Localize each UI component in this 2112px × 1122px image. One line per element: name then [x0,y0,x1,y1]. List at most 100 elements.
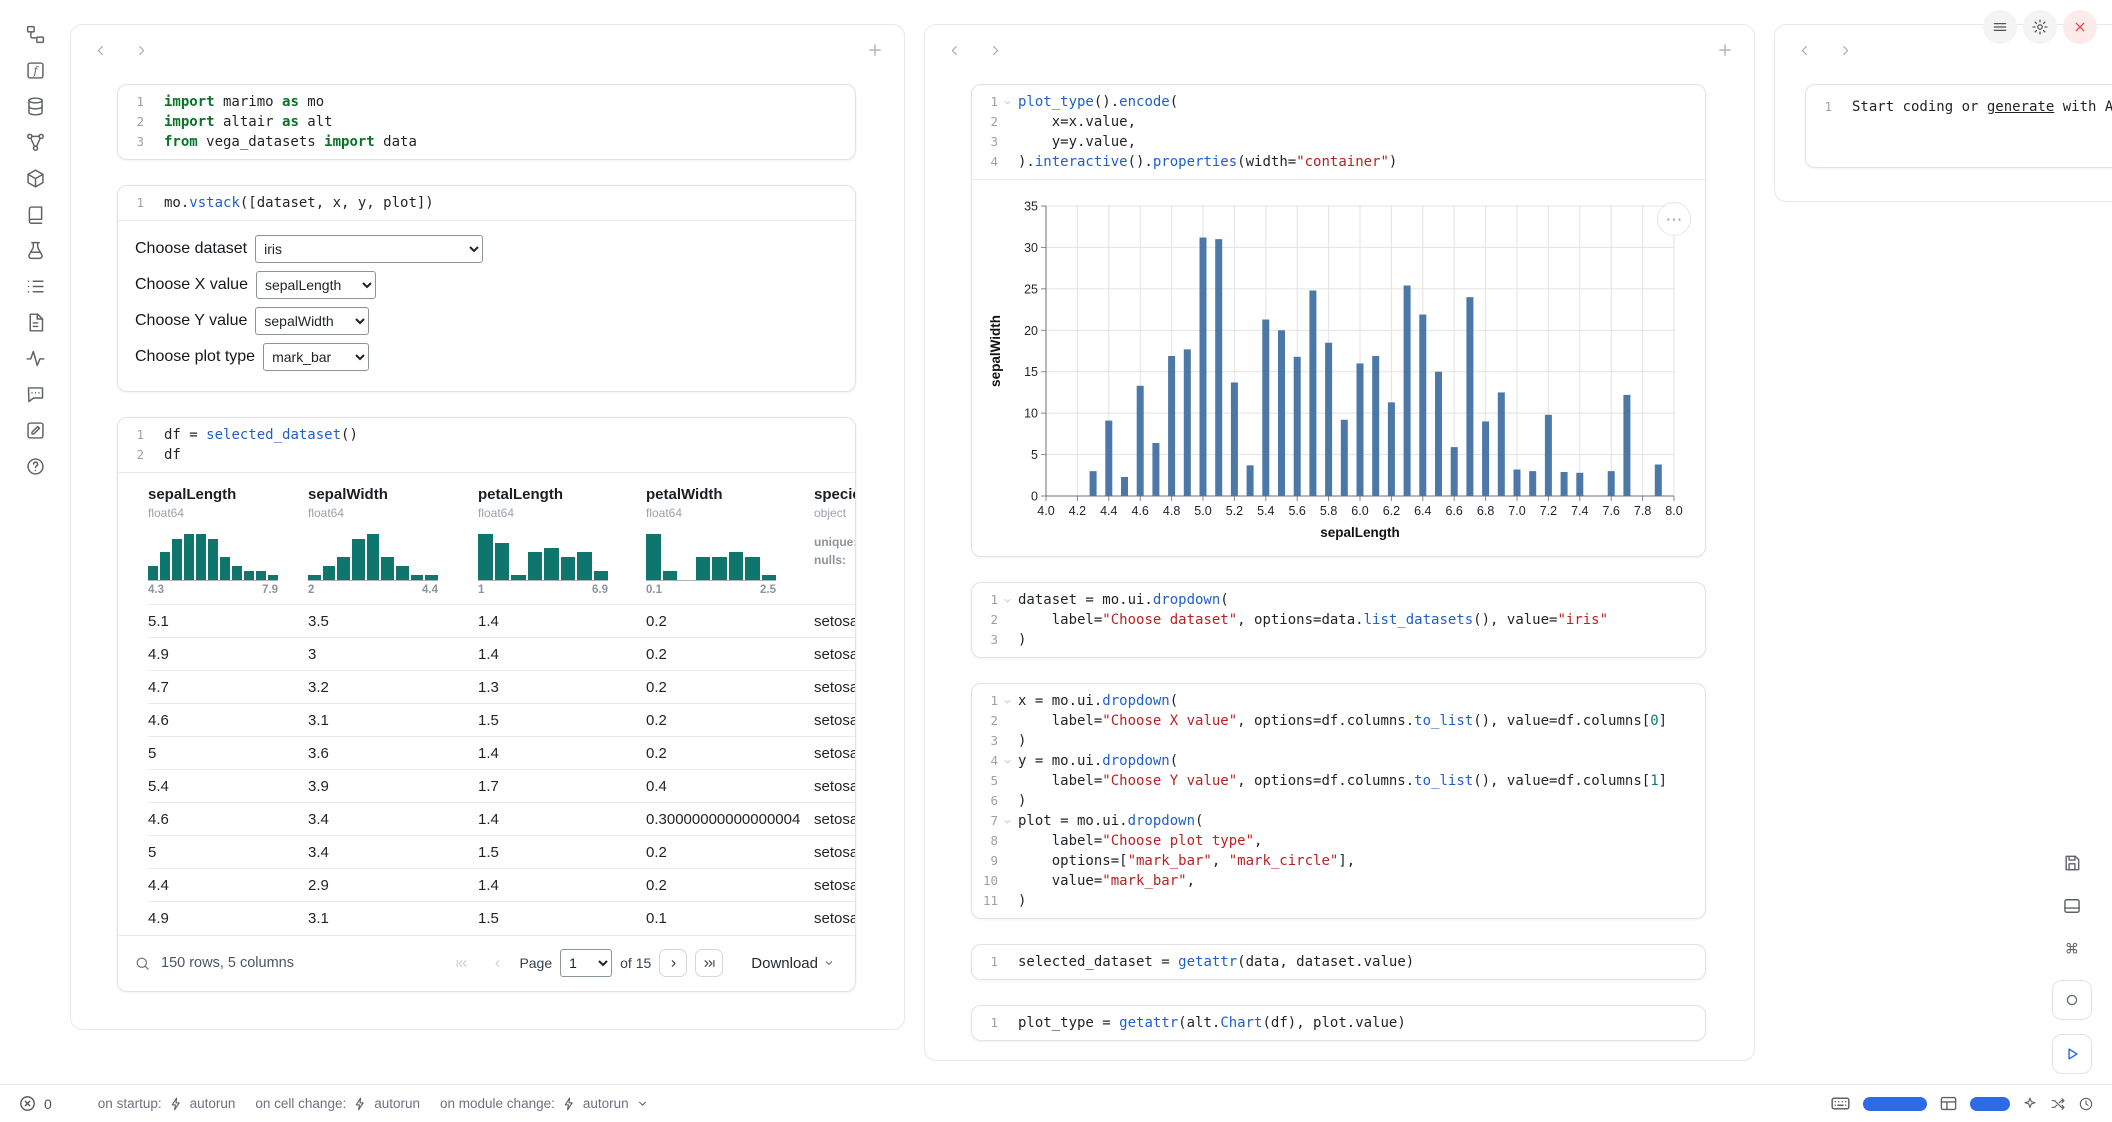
run-all-button[interactable] [2052,1034,2092,1074]
help-panel-button[interactable] [18,449,52,483]
logs-panel-button[interactable] [18,305,52,339]
width-slider[interactable] [1863,1097,1927,1111]
code-editor[interactable]: 1Start coding or generate with AI [1806,85,2112,167]
ai-assistant-button[interactable] [2022,1096,2038,1112]
table-cell: 4.7 [148,671,308,704]
code-editor[interactable]: 1mo.vstack([dataset, x, y, plot]) [118,186,855,220]
code-token: ) [1018,632,1026,648]
documentation-panel-button[interactable] [18,197,52,231]
shutdown-button[interactable] [2063,10,2097,44]
settings-button[interactable] [2023,10,2057,44]
snippets-panel-button[interactable] [18,233,52,267]
code-text: value="mark_bar", [1018,871,1195,891]
panel-layout-button[interactable] [1939,1094,1958,1113]
table-row[interactable]: 5.43.91.70.4setosa [148,770,855,803]
page-next-button[interactable] [659,949,687,977]
fold-toggle-icon[interactable] [998,97,1016,108]
column-prev-button[interactable] [85,35,115,65]
command-palette-button[interactable]: ⌘ [2055,932,2089,966]
datasources-panel-button[interactable] [18,89,52,123]
dependencies-icon [25,132,46,153]
table-row[interactable]: 4.63.41.40.30000000000000004setosa [148,803,855,836]
code-editor[interactable]: 1dataset = mo.ui.dropdown(2 label="Choos… [972,583,1705,657]
search-icon[interactable] [134,955,151,972]
column-header-cell[interactable]: sepalWidthfloat6424.4 [308,473,478,605]
packages-panel-button[interactable] [18,161,52,195]
table-row[interactable]: 4.73.21.30.2setosa [148,671,855,704]
code-editor[interactable]: 1import marimo as mo2import altair as al… [118,85,855,159]
column-header-cell[interactable]: sepalLengthfloat644.37.9 [148,473,308,605]
table-row[interactable]: 4.931.40.2setosa [148,638,855,671]
download-button[interactable]: Download [751,955,835,972]
chat-panel-button[interactable] [18,377,52,411]
history-button[interactable] [2078,1096,2094,1112]
choose-dataset-dropdown[interactable]: iris [255,235,483,263]
code-editor[interactable]: 1plot_type().encode(2 x=x.value,3 y=y.va… [972,85,1705,179]
column-prev-button[interactable] [1789,35,1819,65]
choose-plot-type-dropdown[interactable]: mark_bar [263,343,369,371]
table-row[interactable]: 5.13.51.40.2setosa [148,605,855,638]
add-cell-button[interactable] [860,35,890,65]
gutter: 1 [118,193,164,213]
column-header-cell[interactable]: petalLengthfloat6416.9 [478,473,646,605]
column-prev-button[interactable] [939,35,969,65]
fold-toggle-icon[interactable] [998,756,1016,767]
file-tree-panel-button[interactable] [18,17,52,51]
svg-text:8.0: 8.0 [1665,504,1682,518]
add-cell-button[interactable] [1710,35,1740,65]
panel-toggle-button[interactable] [2055,889,2089,923]
run-setting-label: on cell change: [255,1096,346,1111]
code-token: encode [1119,94,1170,110]
run-setting-0[interactable]: on startup:autorun [98,1096,236,1111]
shuffle-button[interactable] [2050,1096,2066,1112]
column-header-cell[interactable]: speciesobjectunique:nulls: [814,473,855,605]
table-cell: setosa [814,671,855,704]
hist-bar [381,557,394,580]
table-row[interactable]: 4.42.91.40.2setosa [148,869,855,902]
code-editor[interactable]: 1df = selected_dataset()2df [118,418,855,472]
code-editor[interactable]: 1x = mo.ui.dropdown(2 label="Choose X va… [972,684,1705,918]
line-number: 1 [972,590,998,610]
keyboard-shortcuts-button[interactable] [1830,1093,1851,1114]
hist-bar [308,575,321,580]
save-button[interactable] [2055,846,2089,880]
table-row[interactable]: 53.61.40.2setosa [148,737,855,770]
page-select[interactable]: 1 [560,949,612,977]
column-next-button[interactable] [126,35,156,65]
table-row[interactable]: 53.41.50.2setosa [148,836,855,869]
code-token: "Choose dataset" [1102,612,1237,628]
tracing-panel-button[interactable] [18,341,52,375]
interrupt-button[interactable] [2052,980,2092,1020]
fold-toggle-icon[interactable] [998,816,1016,827]
page-last-button[interactable] [695,949,723,977]
table-cell: 3.9 [308,770,478,803]
choose-x-value-dropdown[interactable]: sepalLength [256,271,376,299]
chart-menu-button[interactable]: ⋯ [1657,202,1691,236]
compact-view-toggle[interactable] [1970,1097,2010,1111]
code-text: selected_dataset = getattr(data, dataset… [1018,952,1414,972]
run-setting-1[interactable]: on cell change:autorun [255,1096,420,1111]
gutter: 1 [972,590,1018,610]
table-row[interactable]: 4.63.11.50.2setosa [148,704,855,737]
table-row[interactable]: 4.93.11.50.1setosa [148,902,855,935]
svg-text:5.6: 5.6 [1289,504,1306,518]
hist-bar [232,566,242,580]
code-editor[interactable]: 1plot_type = getattr(alt.Chart(df), plot… [972,1006,1705,1040]
column-next-button[interactable] [980,35,1010,65]
code-editor[interactable]: 1selected_dataset = getattr(data, datase… [972,945,1705,979]
column-next-button[interactable] [1830,35,1860,65]
run-setting-2[interactable]: on module change:autorun [440,1096,649,1111]
dependencies-panel-button[interactable] [18,125,52,159]
fold-toggle-icon[interactable] [998,696,1016,707]
error-indicator[interactable]: 0 [18,1094,52,1113]
notebook-menu-button[interactable] [1983,10,2017,44]
generate-link[interactable]: generate [1987,99,2054,115]
scratchpad-panel-button[interactable] [18,413,52,447]
fold-toggle-icon[interactable] [998,595,1016,606]
column-header-cell[interactable]: petalWidthfloat640.12.5 [646,473,814,605]
choose-y-value-dropdown[interactable]: sepalWidth [255,307,369,335]
code-token: mo. [164,195,189,211]
outline-panel-button[interactable] [18,269,52,303]
functions-panel-button[interactable]: f [18,53,52,87]
altair-bar-chart[interactable]: 051015202530354.04.24.44.64.85.05.25.45.… [986,194,1688,546]
